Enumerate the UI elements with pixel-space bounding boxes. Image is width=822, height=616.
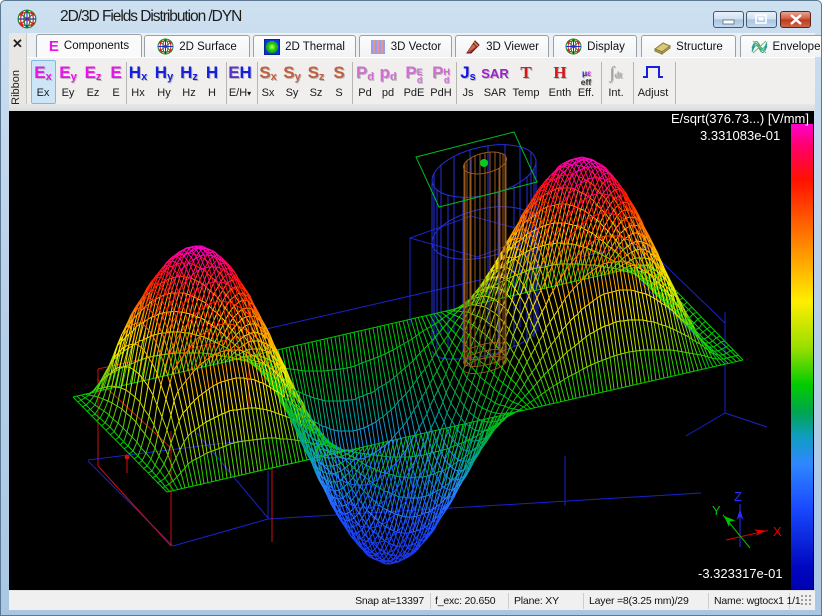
svg-text:Y: Y bbox=[712, 503, 721, 518]
svg-text:X: X bbox=[773, 524, 782, 539]
svg-text:Z: Z bbox=[734, 489, 742, 504]
